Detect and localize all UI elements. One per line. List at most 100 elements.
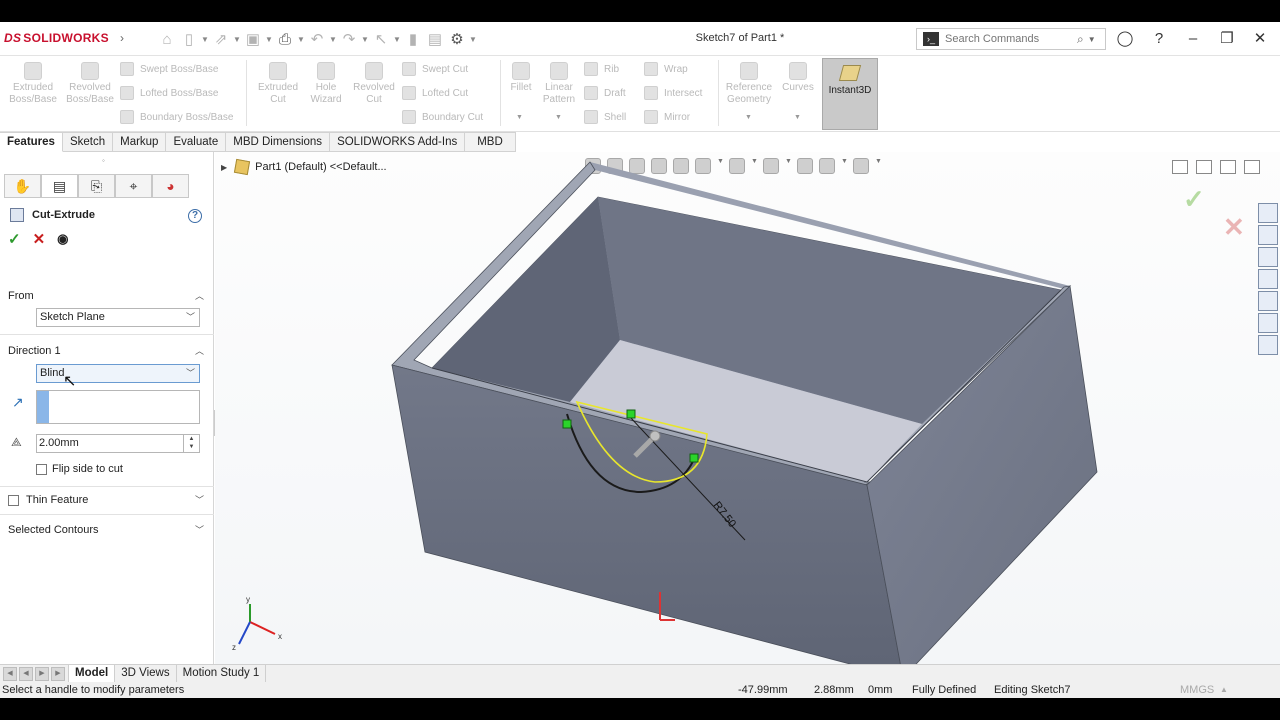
chevron-down-icon[interactable]: ▼ — [794, 114, 801, 121]
property-manager-tab-icon[interactable]: ▤ — [41, 174, 78, 198]
mirror-button[interactable]: Mirror — [644, 108, 690, 126]
thin-feature-checkbox[interactable] — [8, 494, 19, 506]
lofted-boss-button[interactable]: Lofted Boss/Base — [120, 84, 218, 102]
tab-markup[interactable]: Markup — [113, 132, 167, 152]
chevron-down-icon[interactable]: ▼ — [296, 35, 306, 44]
close-button[interactable]: ✕ — [1248, 28, 1272, 50]
open-icon[interactable]: ⇗ — [210, 30, 232, 48]
preview-eye-icon[interactable]: ◉ — [57, 231, 68, 247]
from-section-header[interactable]: From ︿ — [0, 286, 214, 306]
status-units[interactable]: MMGS — [1180, 682, 1214, 698]
thin-feature-section[interactable]: Thin Feature ﹀ — [0, 490, 214, 510]
tab-evaluate[interactable]: Evaluate — [166, 132, 227, 152]
save-icon[interactable]: ▣ — [242, 30, 264, 48]
graphics-area[interactable]: ▶ Part1 (Default) <<Default... ▼ ▼ ▼ ▼ ▼ … — [215, 152, 1280, 664]
tab-mbd-dimensions[interactable]: MBD Dimensions — [226, 132, 331, 152]
shell-button[interactable]: Shell — [584, 108, 626, 126]
hole-wizard-button[interactable]: Hole Wizard — [304, 62, 348, 106]
fillet-button[interactable]: Fillet — [506, 62, 536, 94]
configuration-manager-tab-icon[interactable]: ⎘ — [78, 174, 115, 198]
chevron-down-icon[interactable]: ▼ — [745, 114, 752, 121]
revolved-boss-button[interactable]: Revolved Boss/Base — [64, 62, 116, 106]
ok-checkmark-icon[interactable]: ✓ — [8, 230, 21, 248]
restore-button[interactable]: ❐ — [1215, 28, 1239, 50]
chevron-down-icon[interactable]: ▼ — [468, 35, 478, 44]
feature-manager-tab-icon[interactable]: ✋ — [4, 174, 41, 198]
direction-selection-box[interactable] — [36, 390, 200, 424]
last-tab-icon[interactable]: ▶ — [51, 666, 65, 681]
solidworks-logo[interactable]: DS SOLIDWORKS — [4, 31, 109, 45]
drag-handle-end[interactable] — [649, 430, 661, 442]
sketch-point[interactable] — [689, 453, 699, 463]
intersect-button[interactable]: Intersect — [644, 84, 702, 102]
linear-pattern-button[interactable]: Linear Pattern — [538, 62, 580, 106]
sketch-point[interactable] — [562, 419, 572, 429]
chevron-down-icon[interactable]: ▼ — [264, 35, 274, 44]
boundary-boss-button[interactable]: Boundary Boss/Base — [120, 108, 233, 126]
chevron-down-icon[interactable]: ▼ — [392, 35, 402, 44]
lofted-cut-button[interactable]: Lofted Cut — [402, 84, 468, 102]
panel-grip-icon[interactable]: ◦ — [102, 156, 105, 165]
next-tab-icon[interactable]: ▶ — [35, 666, 49, 681]
home-icon[interactable]: ⌂ — [156, 31, 178, 48]
print-icon[interactable]: ⎙ — [274, 31, 296, 48]
draft-button[interactable]: Draft — [584, 84, 626, 102]
flip-side-checkbox[interactable] — [36, 463, 47, 475]
chevron-down-icon[interactable]: ▼ — [555, 114, 562, 121]
options-gear-icon[interactable]: ⚙ — [446, 30, 468, 48]
search-commands-box[interactable]: ›_ ⌕ ▼ — [916, 28, 1106, 50]
search-icon[interactable]: ⌕ — [1077, 32, 1084, 47]
sketch-point[interactable] — [626, 409, 636, 419]
end-condition-dropdown[interactable]: Blind ﹀ — [36, 364, 200, 383]
tab-3d-views[interactable]: 3D Views — [115, 664, 177, 683]
tab-mbd[interactable]: MBD — [465, 132, 516, 152]
search-input[interactable] — [945, 33, 1075, 45]
chevron-down-icon[interactable]: ▼ — [516, 114, 523, 121]
redo-icon[interactable]: ↷ — [338, 30, 360, 48]
chevron-down-icon[interactable]: ▼ — [1088, 35, 1096, 44]
tab-model[interactable]: Model — [68, 664, 116, 683]
direction-arrow-icon[interactable]: ↗ — [12, 394, 24, 411]
first-tab-icon[interactable]: ◀ — [3, 666, 17, 681]
from-dropdown[interactable]: Sketch Plane ﹀ — [36, 308, 200, 327]
undo-icon[interactable]: ↶ — [306, 30, 328, 48]
depth-spinbox[interactable]: 2.00mm ▲ ▼ — [36, 434, 200, 453]
cancel-x-icon[interactable]: ✕ — [33, 230, 46, 248]
tab-sketch[interactable]: Sketch — [62, 132, 114, 152]
tab-solidworks-addins[interactable]: SOLIDWORKS Add-Ins — [330, 132, 466, 152]
file-properties-icon[interactable]: ▤ — [424, 30, 446, 48]
model-svg[interactable]: R7.50 y x z — [215, 152, 1280, 664]
chevron-down-icon[interactable]: ▼ — [232, 35, 242, 44]
help-circle-icon[interactable]: ? — [1147, 28, 1171, 50]
tab-motion-study-1[interactable]: Motion Study 1 — [177, 664, 267, 683]
prev-tab-icon[interactable]: ◀ — [19, 666, 33, 681]
wrap-button[interactable]: Wrap — [644, 60, 688, 78]
help-icon[interactable]: ? — [188, 209, 202, 223]
reference-geometry-button[interactable]: Reference Geometry — [722, 62, 776, 106]
display-manager-tab-icon[interactable]: ◕ — [152, 174, 189, 198]
menu-expand-icon[interactable]: › — [120, 31, 124, 45]
extruded-cut-button[interactable]: Extruded Cut — [252, 62, 304, 106]
minimize-button[interactable]: – — [1181, 28, 1205, 50]
revolved-cut-button[interactable]: Revolved Cut — [348, 62, 400, 106]
chevron-down-icon[interactable]: ▼ — [360, 35, 370, 44]
chevron-down-icon[interactable]: ▼ — [328, 35, 338, 44]
swept-cut-button[interactable]: Swept Cut — [402, 60, 468, 78]
chevron-up-icon[interactable]: ▲ — [1220, 682, 1228, 698]
swept-boss-button[interactable]: Swept Boss/Base — [120, 60, 218, 78]
extruded-boss-button[interactable]: Extruded Boss/Base — [8, 62, 58, 106]
selected-contours-section[interactable]: Selected Contours ﹀ — [0, 520, 214, 540]
boundary-cut-button[interactable]: Boundary Cut — [402, 108, 483, 126]
dimxpert-manager-tab-icon[interactable]: ⌖ — [115, 174, 152, 198]
select-icon[interactable]: ↖ — [370, 30, 392, 48]
user-account-icon[interactable]: ◯ — [1113, 28, 1137, 50]
direction1-section-header[interactable]: Direction 1 ︿ — [0, 341, 214, 361]
spin-buttons[interactable]: ▲ ▼ — [183, 435, 199, 452]
instant3d-button[interactable]: Instant3D — [822, 58, 878, 130]
flip-side-checkbox-row[interactable]: Flip side to cut — [36, 463, 123, 475]
new-document-icon[interactable]: ▯ — [178, 30, 200, 48]
tab-features[interactable]: Features — [0, 132, 63, 152]
rib-button[interactable]: Rib — [584, 60, 619, 78]
rebuild-icon[interactable]: ▮ — [402, 30, 424, 48]
chevron-down-icon[interactable]: ▼ — [200, 35, 210, 44]
